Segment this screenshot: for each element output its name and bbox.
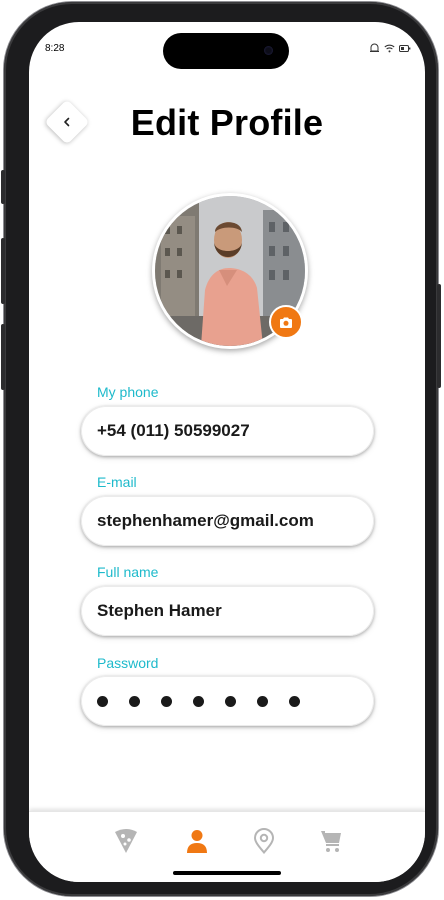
password-dot (225, 695, 236, 707)
volume-down-button (1, 324, 5, 390)
person-icon (187, 830, 207, 853)
password-dot (161, 695, 172, 707)
status-icons (369, 43, 411, 53)
status-time: 8:28 (45, 43, 65, 54)
action-button (1, 170, 5, 204)
email-field[interactable]: stephenhamer@gmail.com (81, 496, 374, 546)
change-photo-button[interactable] (269, 305, 303, 339)
wifi-icon (384, 44, 395, 52)
volume-up-button (1, 238, 5, 304)
page-title: Edit Profile (130, 102, 324, 143)
front-camera (264, 46, 273, 55)
phone-label: My phone (97, 384, 159, 400)
full-name-label: Full name (97, 564, 159, 580)
password-label: Password (97, 655, 159, 671)
password-dot (257, 695, 268, 707)
tab-cart[interactable] (317, 826, 347, 856)
dynamic-island (163, 33, 289, 69)
password-dot (97, 695, 108, 707)
notification-icon (370, 43, 379, 52)
camera-icon (280, 317, 292, 328)
password-dot (129, 695, 140, 707)
phone-frame: 8:28 Edit Profile My phone +54 (011) 505… (1, 2, 441, 896)
power-button (437, 284, 441, 388)
tab-profile[interactable] (182, 826, 212, 856)
phone-field[interactable]: +54 (011) 50599027 (81, 406, 374, 456)
location-pin-icon (253, 828, 275, 854)
app-screen: 8:28 Edit Profile My phone +54 (011) 505… (29, 22, 425, 882)
password-mask (97, 695, 300, 707)
battery-icon (399, 44, 411, 52)
home-indicator (173, 871, 281, 875)
tab-locations[interactable] (249, 826, 279, 856)
pizza-icon (115, 829, 137, 853)
tab-menu[interactable] (111, 826, 141, 856)
password-field[interactable] (81, 676, 374, 726)
full-name-field[interactable]: Stephen Hamer (81, 586, 374, 636)
email-label: E-mail (97, 474, 137, 490)
password-dot (289, 695, 300, 707)
password-dot (193, 695, 204, 707)
cart-icon (321, 831, 341, 852)
